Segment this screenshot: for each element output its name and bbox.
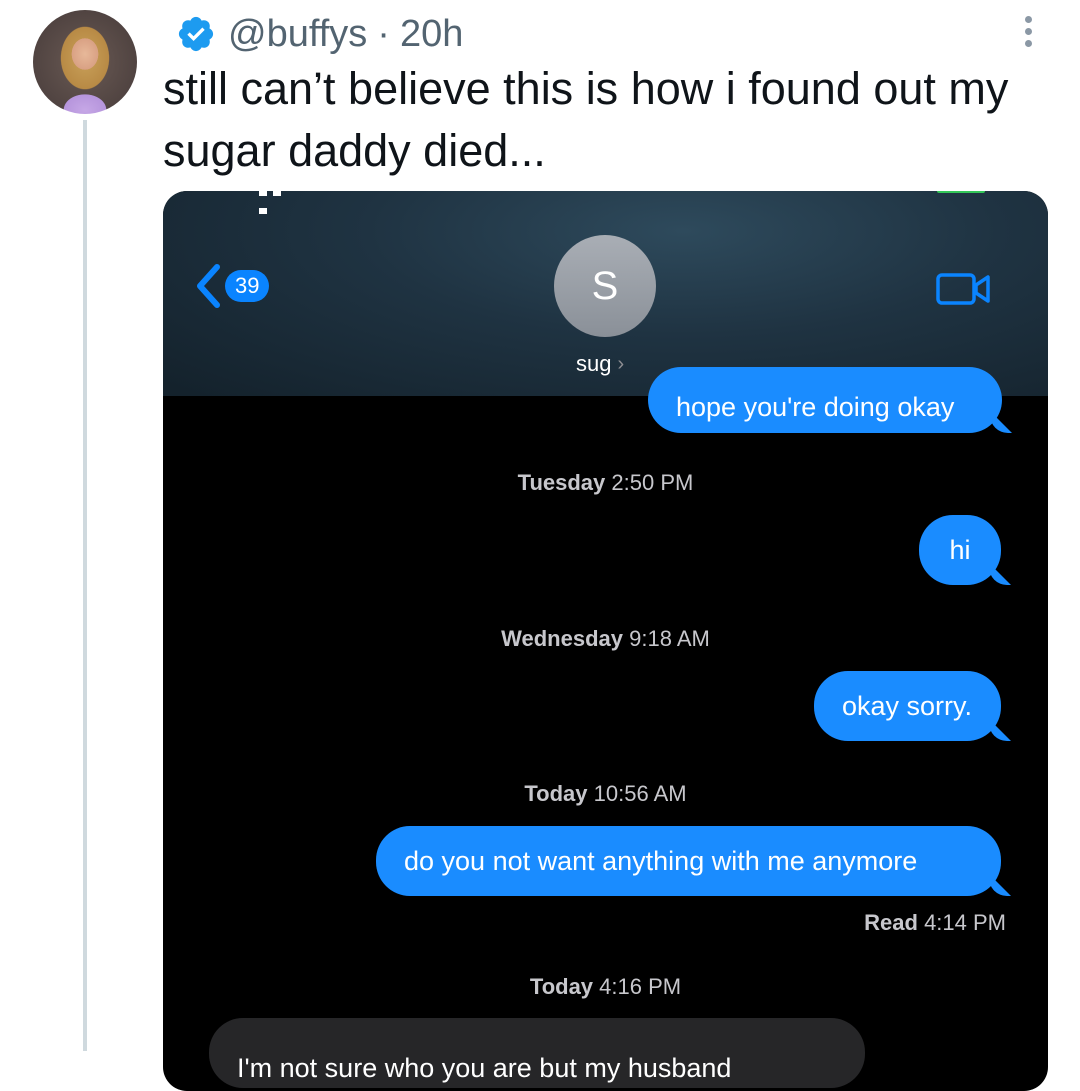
tweet-text: still can’t believe this is how i found … [163, 63, 1009, 176]
user-avatar[interactable] [33, 10, 137, 114]
message-text: I'm not sure who you are but my husband [237, 1053, 732, 1083]
contact-chevron-icon: › [617, 352, 625, 375]
thread-line [83, 120, 87, 1051]
message-text: hope you're doing okay [676, 392, 955, 422]
message-bubble-sent: okay sorry. [814, 671, 1001, 741]
contact-name: sug › [576, 351, 624, 377]
messages-header: 39 S sug › [163, 191, 1048, 396]
message-bubble-sent: hope you're doing okay [648, 367, 1002, 433]
timestamp: Wednesday 9:18 AM [501, 626, 710, 651]
header-separator: · [377, 12, 390, 55]
timestamp: Today 4:16 PM [529, 974, 682, 999]
message-bubble-sent: hi [919, 515, 1001, 585]
video-camera-icon [936, 273, 990, 305]
status-bar-indicators [833, 191, 993, 193]
user-handle[interactable]: @buffys [228, 13, 367, 56]
read-receipt: Read 4:14 PM [864, 910, 1006, 935]
contact-avatar: S [554, 235, 656, 337]
timestamp: Tuesday 2:50 PM [517, 470, 694, 495]
message-text: okay sorry. [842, 690, 973, 721]
tweet-header: @buffys · 20h [176, 12, 463, 56]
message-text: do you not want anything with me anymore [404, 845, 918, 876]
more-options-icon[interactable] [1022, 12, 1034, 52]
battery-icon [937, 191, 985, 193]
timestamp: Today 10:56 AM [524, 781, 687, 806]
attached-screenshot[interactable]: 39 S sug › hope you're doing okay Tuesda… [163, 191, 1048, 1091]
back-button: 39 [195, 263, 270, 309]
message-text: hi [949, 534, 971, 565]
status-bar-time [259, 191, 299, 214]
message-bubble-sent: do you not want anything with me anymore [376, 826, 1001, 896]
tweet-time[interactable]: 20h [400, 13, 463, 56]
verified-badge-icon [178, 16, 214, 52]
back-chevron-icon [197, 264, 220, 308]
unread-count-badge: 39 [225, 270, 270, 302]
contact-name-label: sug [576, 351, 612, 376]
message-bubble-received: I'm not sure who you are but my husband [209, 1018, 865, 1088]
